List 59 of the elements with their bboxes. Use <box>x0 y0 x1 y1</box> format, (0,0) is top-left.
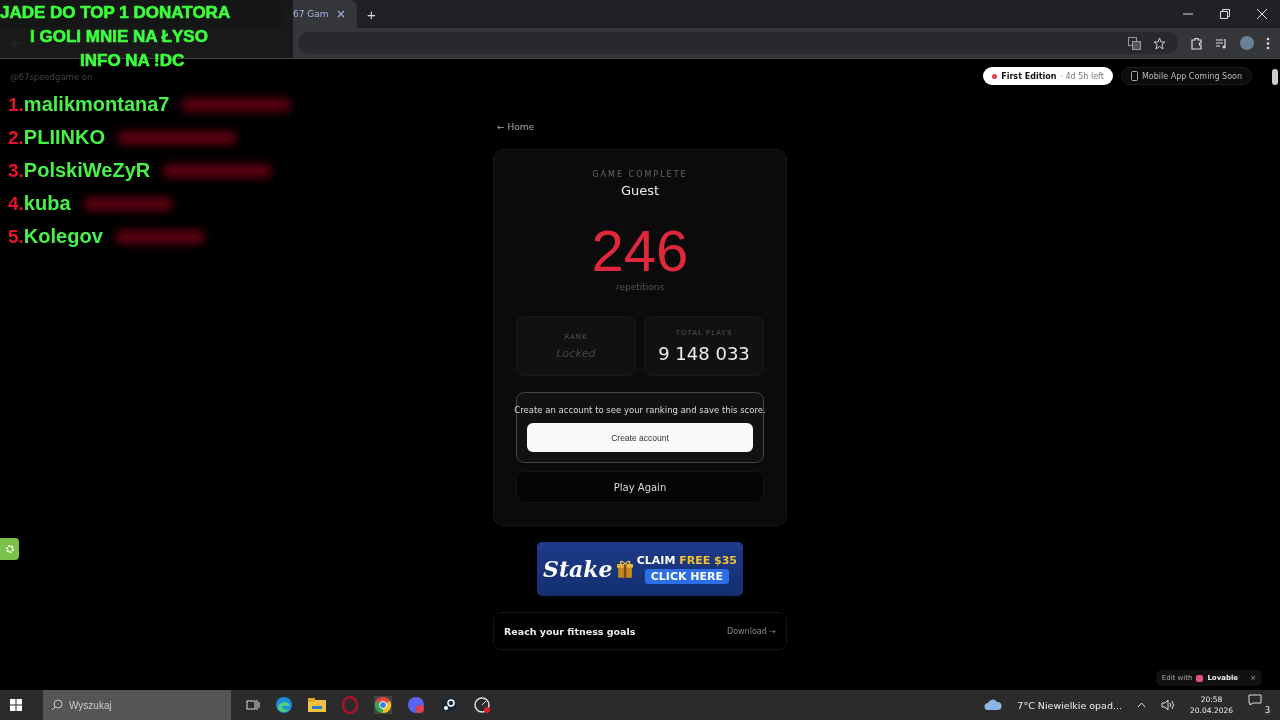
card-eyebrow: GAME COMPLETE <box>592 170 688 179</box>
scrollbar[interactable] <box>1272 69 1278 85</box>
search-icon <box>51 699 63 711</box>
notification-icon[interactable] <box>1248 694 1262 706</box>
chevron-up-icon[interactable] <box>1137 702 1147 708</box>
edge-icon[interactable] <box>275 696 293 714</box>
leader-name: malikmontana7 <box>23 93 170 116</box>
phone-icon <box>1130 71 1138 81</box>
mobile-app-badge: Mobile App Coming Soon <box>1120 67 1252 85</box>
steam-icon[interactable] <box>440 696 458 714</box>
puzzle-icon[interactable] <box>1190 36 1203 50</box>
taskbar-search-field[interactable]: Wyszukaj <box>43 690 231 720</box>
overlay-banner-text: I GOLI MNIE NA ŁYSO <box>30 26 208 48</box>
restore-icon[interactable] <box>1220 9 1230 19</box>
score-unit: repetitions <box>615 282 665 292</box>
ad-banner[interactable]: Stake CLAIM FREE $35 CLICK HERE <box>537 542 743 596</box>
speedometer-icon[interactable] <box>473 696 491 714</box>
home-link[interactable]: ← Home <box>497 122 787 132</box>
edition-label: First Edition <box>1001 71 1057 81</box>
play-again-button[interactable]: Play Again <box>516 471 764 503</box>
leader-rank: 5. <box>8 225 24 248</box>
chrome-icon[interactable] <box>374 696 392 714</box>
ad-brand: Stake <box>543 556 613 582</box>
leader-rank: 4. <box>8 192 24 215</box>
ad-claim: CLAIM FREE $35 <box>636 554 737 567</box>
settings-icon[interactable] <box>0 538 19 560</box>
notification-count: 3 <box>1262 706 1272 716</box>
overlay-banner-text: INFO NA !DC <box>80 50 185 72</box>
profile-avatar[interactable] <box>1240 36 1254 50</box>
leader-rank: 3. <box>8 159 24 182</box>
create-account-button[interactable]: Create account <box>527 423 753 452</box>
star-icon[interactable] <box>1153 36 1166 50</box>
volume-icon[interactable] <box>1161 699 1176 711</box>
new-tab-button[interactable]: + <box>363 5 380 23</box>
translate-icon[interactable] <box>1128 36 1141 50</box>
windows-start-icon[interactable] <box>10 699 22 711</box>
weather-text[interactable]: 7°C Niewielkie opad... <box>1017 699 1123 711</box>
player-name: Guest <box>620 183 660 198</box>
ad-cta: CLICK HERE <box>644 569 729 584</box>
cloud-icon <box>984 699 1003 711</box>
leader-name: kuba <box>23 192 71 215</box>
leader-rank: 2. <box>8 126 24 149</box>
media-icon[interactable] <box>1215 36 1228 50</box>
stat-value: 9 148 033 <box>658 342 750 364</box>
leader-name: PolskiWeZyR <box>23 159 151 182</box>
leader-rank: 1. <box>8 93 24 116</box>
leader-name: PLIINKO <box>23 126 105 149</box>
folder-icon[interactable] <box>308 697 326 713</box>
menu-icon[interactable] <box>1266 36 1270 50</box>
time-left: · 4d 5h left <box>1060 71 1104 81</box>
chat-app-icon[interactable] <box>407 696 425 714</box>
signup-prompt: Create an account to see your ranking and save this score. <box>514 405 766 415</box>
promo-text: Reach your fitness goals <box>504 625 636 637</box>
leader-name: Kolegov <box>23 225 103 248</box>
overlay-banner-text: JADE DO TOP 1 DONATORA <box>0 2 231 24</box>
task-view-icon[interactable] <box>246 699 260 711</box>
score-value: 246 <box>591 220 689 282</box>
download-link[interactable]: Download → <box>727 626 776 636</box>
close-icon[interactable] <box>336 10 345 18</box>
